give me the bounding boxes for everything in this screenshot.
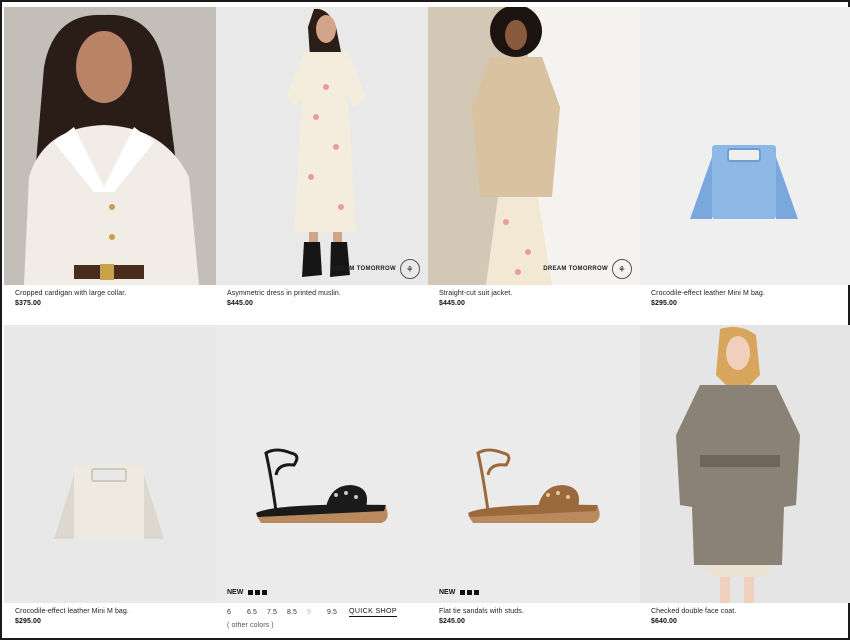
size-selector: 6 6.5 7.5 8.5 9 9.5 QUICK SHOP ( other c… <box>216 603 428 643</box>
product-image-dress[interactable]: DREAM TOMORROW ⚘ <box>216 7 428 285</box>
color-swatch[interactable] <box>255 590 261 595</box>
size-option[interactable]: 6.5 <box>247 609 267 616</box>
eco-logo-icon: ⚘ <box>612 259 632 279</box>
dream-tomorrow-badge: DREAM TOMORROW ⚘ <box>331 259 420 279</box>
other-colors-link[interactable]: ( other colors ) <box>227 622 428 629</box>
product-price: $295.00 <box>15 618 42 625</box>
product-grid: DREAM TOMORROW ⚘ DREAM TOMORROW ⚘ Croppe… <box>4 7 850 643</box>
size-option[interactable]: 9.5 <box>327 609 347 616</box>
color-swatch[interactable] <box>248 590 254 595</box>
product-name[interactable]: Cropped cardigan with large collar. <box>15 290 216 297</box>
product-image-cream-bag[interactable] <box>4 325 216 603</box>
product-image-tan-sandals[interactable]: NEW <box>428 325 640 603</box>
color-swatch[interactable] <box>474 590 480 595</box>
color-swatch[interactable] <box>467 590 473 595</box>
product-info[interactable]: Crocodile-effect leather Mini M bag. $29… <box>640 285 850 325</box>
product-name[interactable]: Crocodile-effect leather Mini M bag. <box>651 290 850 297</box>
product-price: $445.00 <box>439 300 466 307</box>
size-option-unavailable: 9 <box>307 609 311 616</box>
new-tag: NEW <box>227 589 268 596</box>
product-info[interactable]: Crocodile-effect leather Mini M bag. $29… <box>4 603 216 643</box>
product-grid-frame: DREAM TOMORROW ⚘ DREAM TOMORROW ⚘ Croppe… <box>0 0 850 640</box>
product-info[interactable]: Flat tie sandals with studs. $245.00 <box>428 603 640 643</box>
product-image-blue-bag[interactable] <box>640 7 850 285</box>
eco-logo-icon: ⚘ <box>400 259 420 279</box>
product-name[interactable]: Asymmetric dress in printed muslin. <box>227 290 428 297</box>
color-swatch[interactable] <box>262 590 268 595</box>
new-label: NEW <box>439 589 456 596</box>
product-info[interactable]: Cropped cardigan with large collar. $375… <box>4 285 216 325</box>
quick-shop-button[interactable]: QUICK SHOP <box>349 608 397 617</box>
product-info[interactable]: Asymmetric dress in printed muslin. $445… <box>216 285 428 325</box>
size-option[interactable]: 6 <box>227 609 247 616</box>
product-image-suit-jacket[interactable]: DREAM TOMORROW ⚘ <box>428 7 640 285</box>
badge-label: DREAM TOMORROW <box>331 266 396 272</box>
new-tag: NEW <box>439 589 480 596</box>
size-option[interactable]: 8.5 <box>287 609 307 616</box>
dream-tomorrow-badge: DREAM TOMORROW ⚘ <box>543 259 632 279</box>
product-name[interactable]: Flat tie sandals with studs. <box>439 608 640 615</box>
product-price: $445.00 <box>227 300 254 307</box>
product-image-cardigan[interactable] <box>4 7 216 285</box>
product-info[interactable]: Checked double face coat. $640.00 <box>640 603 850 643</box>
product-name[interactable]: Straight-cut suit jacket. <box>439 290 640 297</box>
product-price: $245.00 <box>439 618 466 625</box>
color-swatch[interactable] <box>460 590 466 595</box>
product-info[interactable]: Straight-cut suit jacket. $445.00 <box>428 285 640 325</box>
product-price: $640.00 <box>651 618 678 625</box>
product-price: $295.00 <box>651 300 678 307</box>
color-swatches[interactable] <box>460 590 480 595</box>
product-image-checked-coat[interactable] <box>640 325 850 603</box>
size-option[interactable]: 7.5 <box>267 609 287 616</box>
color-swatches[interactable] <box>248 590 268 595</box>
product-price: $375.00 <box>15 300 42 307</box>
product-image-black-sandals[interactable]: NEW <box>216 325 428 603</box>
sizes-row: 6 6.5 7.5 8.5 9 9.5 QUICK SHOP <box>227 608 428 617</box>
badge-label: DREAM TOMORROW <box>543 266 608 272</box>
new-label: NEW <box>227 589 244 596</box>
product-name[interactable]: Crocodile-effect leather Mini M bag. <box>15 608 216 615</box>
product-name[interactable]: Checked double face coat. <box>651 608 850 615</box>
